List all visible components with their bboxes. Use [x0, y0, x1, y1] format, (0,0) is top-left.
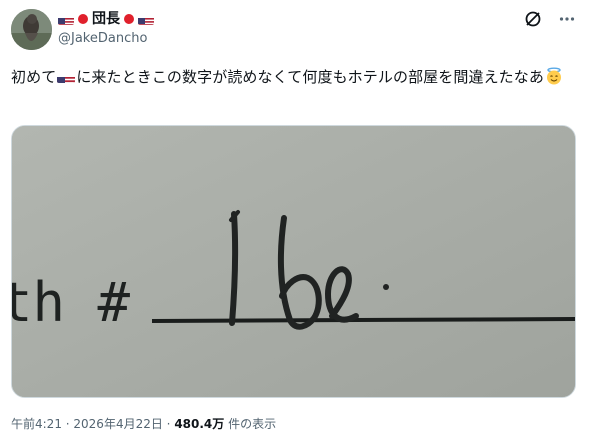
meta-separator: · — [61, 417, 74, 431]
underline — [151, 317, 575, 323]
us-flag-icon — [138, 14, 154, 25]
post-date[interactable]: 2026年4月22日 — [73, 417, 162, 431]
handwritten-dot — [383, 284, 389, 290]
smiling-face-with-halo-icon — [545, 67, 563, 93]
author-handle[interactable]: @JakeDancho — [58, 30, 147, 48]
post-text-part1: 初めて — [11, 68, 57, 86]
view-count: 480.4万 — [174, 417, 225, 431]
post-text: 初めて に来たときこの数字が読めなくて何度もホテルの部屋を間違えたなあ — [11, 64, 581, 93]
avatar[interactable] — [11, 9, 52, 50]
us-flag-icon — [57, 71, 76, 83]
us-flag-icon — [58, 14, 74, 25]
post-time[interactable]: 午前4:21 — [11, 417, 62, 431]
more-options-icon[interactable] — [557, 9, 577, 29]
post-actions-top — [523, 9, 577, 29]
avatar-image — [11, 9, 52, 50]
meta-separator: · — [162, 417, 175, 431]
post-meta: 午前4:21 · 2026年4月22日 · 480.4万 件の表示 — [11, 415, 276, 432]
jp-flag-icon — [78, 14, 88, 24]
author-name[interactable]: 団長 — [92, 9, 120, 29]
grok-icon[interactable] — [523, 9, 543, 29]
handwritten-number-photo: th # — [12, 126, 575, 397]
post-text-part2: に来たときこの数字が読めなくて何度もホテルの部屋を間違えたなあ — [76, 68, 544, 86]
post-image[interactable]: th # — [11, 125, 576, 398]
printed-label: th # — [12, 271, 131, 334]
author-name-row[interactable]: 団長 — [58, 9, 154, 29]
view-count-label: 件の表示 — [224, 417, 277, 431]
handwritten-one — [229, 211, 239, 326]
jp-flag-icon — [124, 14, 134, 24]
